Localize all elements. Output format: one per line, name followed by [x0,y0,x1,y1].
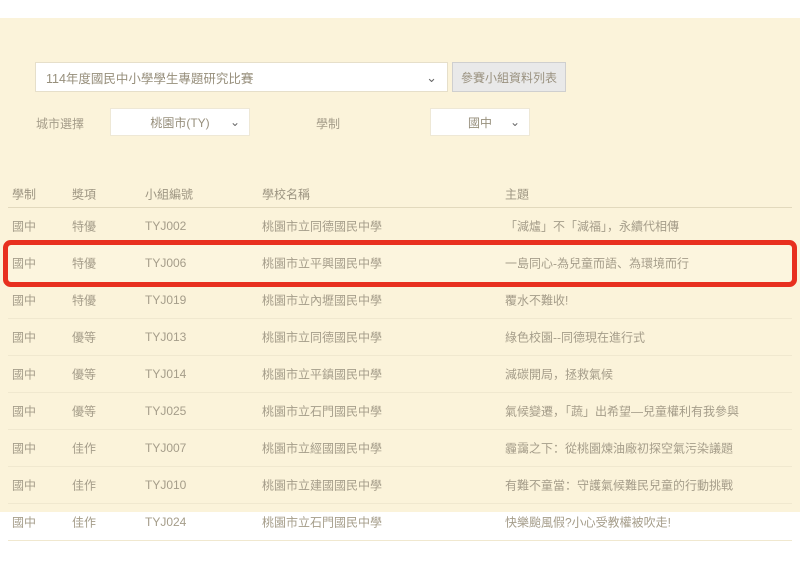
cell-school: 桃園市立石門國民中學 [262,514,382,531]
cell-group-id: TYJ006 [145,256,186,270]
level-filter-label: 學制 [316,115,340,132]
table-row[interactable]: 國中 優等 TYJ014 桃園市立平鎮國民中學 減碳開局，拯救氣候 [8,356,792,393]
cell-award: 佳作 [72,440,96,457]
cell-award: 佳作 [72,477,96,494]
cell-school: 桃園市立同德國民中學 [262,218,382,235]
cell-topic: 減碳開局，拯救氣候 [505,366,613,383]
table-row[interactable]: 國中 特優 TYJ006 桃園市立平興國民中學 一島同心-為兒童而語、為環境而行 [8,245,792,282]
column-header-group-id: 小組編號 [145,186,193,203]
cell-school: 桃園市立石門國民中學 [262,403,382,420]
cell-level: 國中 [12,403,36,420]
cell-school: 桃園市立同德國民中學 [262,329,382,346]
table-row[interactable]: 國中 優等 TYJ013 桃園市立同德國民中學 綠色校園--同德現在進行式 [8,319,792,356]
cell-award: 優等 [72,366,96,383]
cell-level: 國中 [12,329,36,346]
table-row[interactable]: 國中 特優 TYJ002 桃園市立同德國民中學 「減爐」不「減福」，永續代相傳 [8,208,792,245]
cell-school: 桃園市立建國國民中學 [262,477,382,494]
cell-topic: 綠色校園--同德現在進行式 [505,329,645,346]
chevron-down-icon: ⌄ [230,115,240,129]
table-row[interactable]: 國中 特優 TYJ019 桃園市立內壢國民中學 覆水不難收! [8,282,792,319]
cell-group-id: TYJ019 [145,293,186,307]
cell-group-id: TYJ025 [145,404,186,418]
group-list-button[interactable]: 參賽小組資料列表 [452,62,566,92]
level-select[interactable]: 國中 ⌄ [430,108,530,136]
cell-topic: 有難不童當：守護氣候難民兒童的行動挑戰 [505,477,733,494]
city-select[interactable]: 桃園市(TY) ⌄ [110,108,250,136]
column-header-award: 獎項 [72,186,96,203]
table-row[interactable]: 國中 佳作 TYJ007 桃園市立經國國民中學 霾靄之下：從桃園煉油廠初探空氣污… [8,430,792,467]
cell-topic: 覆水不難收! [505,292,568,309]
cell-school: 桃園市立平鎮國民中學 [262,366,382,383]
cell-level: 國中 [12,477,36,494]
level-select-value: 國中 [468,114,492,131]
results-table: 學制 獎項 小組編號 學校名稱 主題 國中 特優 TYJ002 桃園市立同德國民… [8,181,792,541]
city-filter-label: 城市選擇 [36,115,84,132]
cell-group-id: TYJ014 [145,367,186,381]
chevron-down-icon: ⌄ [426,71,437,84]
cell-group-id: TYJ007 [145,441,186,455]
cell-school: 桃園市立平興國民中學 [262,255,382,272]
table-header-row: 學制 獎項 小組編號 學校名稱 主題 [8,181,792,208]
table-row[interactable]: 國中 佳作 TYJ010 桃園市立建國國民中學 有難不童當：守護氣候難民兒童的行… [8,467,792,504]
cell-school: 桃園市立內壢國民中學 [262,292,382,309]
cell-level: 國中 [12,514,36,531]
column-header-level: 學制 [12,186,36,203]
cell-level: 國中 [12,292,36,309]
table-row[interactable]: 國中 佳作 TYJ024 桃園市立石門國民中學 快樂颱風假?小心受教權被吹走! [8,504,792,541]
cell-topic: 霾靄之下：從桃園煉油廠初探空氣污染議題 [505,440,733,457]
cell-level: 國中 [12,218,36,235]
cell-award: 優等 [72,403,96,420]
table-body: 國中 特優 TYJ002 桃園市立同德國民中學 「減爐」不「減福」，永續代相傳 … [8,208,792,541]
cell-school: 桃園市立經國國民中學 [262,440,382,457]
cell-level: 國中 [12,440,36,457]
cell-group-id: TYJ010 [145,478,186,492]
city-select-value: 桃園市(TY) [150,114,209,131]
cell-group-id: TYJ013 [145,330,186,344]
cell-award: 佳作 [72,514,96,531]
cell-group-id: TYJ002 [145,219,186,233]
cell-group-id: TYJ024 [145,515,186,529]
cell-topic: 快樂颱風假?小心受教權被吹走! [505,514,671,531]
cell-level: 國中 [12,255,36,272]
cell-topic: 「減爐」不「減福」，永續代相傳 [505,218,679,235]
competition-select[interactable]: 114年度國民中小學學生專題研究比賽 ⌄ [35,62,448,92]
cell-topic: 氣候變遷，「蔬」出希望—兒童權利有我參與 [505,403,739,420]
cell-award: 優等 [72,329,96,346]
cell-level: 國中 [12,366,36,383]
column-header-school: 學校名稱 [262,186,310,203]
cell-topic: 一島同心-為兒童而語、為環境而行 [505,255,689,272]
cell-award: 特優 [72,218,96,235]
competition-select-value: 114年度國民中小學學生專題研究比賽 [46,68,253,87]
table-row[interactable]: 國中 優等 TYJ025 桃園市立石門國民中學 氣候變遷，「蔬」出希望—兒童權利… [8,393,792,430]
column-header-topic: 主題 [505,186,529,203]
chevron-down-icon: ⌄ [510,115,520,129]
cell-award: 特優 [72,292,96,309]
cell-award: 特優 [72,255,96,272]
